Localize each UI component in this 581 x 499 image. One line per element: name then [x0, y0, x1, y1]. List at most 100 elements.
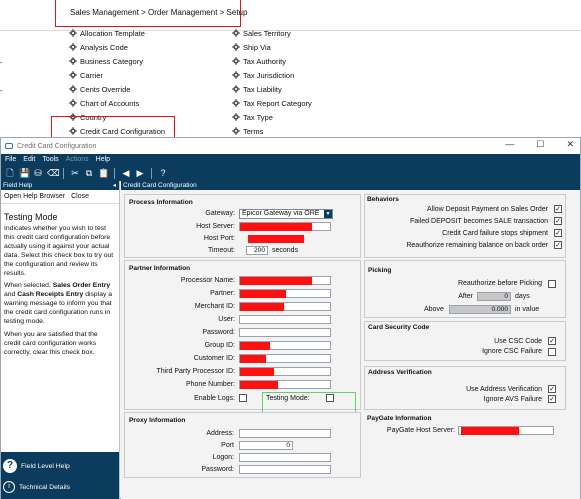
behavior-label: Reauthorize remaining balance on back or… [406, 242, 548, 249]
new-icon[interactable]: 🗋 [5, 168, 15, 178]
menu-help[interactable]: Help [96, 156, 110, 163]
close-icon[interactable]: ✕ [566, 139, 574, 150]
help-body: Indicates whether you wish to test this … [1, 225, 119, 358]
use-csc-checkbox[interactable]: ✓ [548, 337, 556, 345]
merchant-id-input[interactable] [239, 302, 331, 311]
above-value-input[interactable]: 0.000 [449, 305, 511, 314]
behavior-checkbox[interactable]: ✓ [554, 241, 562, 249]
phone-number-input[interactable] [239, 380, 331, 389]
toolbar-separator [151, 167, 152, 179]
toolbar-separator [63, 167, 64, 179]
host-port-label: Host Port: [203, 235, 235, 242]
window-titlebar[interactable]: Credit Card Configuration — ☐ ✕ [1, 138, 580, 154]
third-party-processor-id-input[interactable] [239, 367, 331, 376]
question-circle-icon: ? [3, 459, 17, 473]
user-input[interactable] [239, 315, 331, 324]
clear-icon[interactable]: ⌫ [47, 168, 60, 178]
ignore-csc-checkbox[interactable] [548, 348, 556, 356]
info-icon: i [3, 481, 15, 493]
behavior-checkbox[interactable]: ✓ [554, 205, 562, 213]
chevron-down-icon[interactable]: ▼ [324, 210, 332, 218]
setup-item[interactable]: Business Category [69, 55, 143, 67]
gear-icon [69, 99, 77, 107]
behavior-checkbox[interactable]: ✓ [554, 229, 562, 237]
gateway-select[interactable]: Epicor Gateway via ORE ▼ [239, 209, 333, 219]
setup-item[interactable]: Carrier [69, 69, 103, 81]
setup-item[interactable]: Tax Liability [232, 83, 282, 95]
partner-input[interactable] [239, 289, 331, 298]
section-title: Proxy Information [129, 417, 186, 424]
host-server-input[interactable] [239, 222, 331, 231]
phone-number-label: Phone Number: [185, 381, 235, 388]
address-input[interactable] [239, 429, 331, 438]
setup-item[interactable]: Ship Via [232, 41, 271, 53]
group-id-input[interactable] [239, 341, 331, 350]
setup-item[interactable]: Terms [232, 125, 263, 137]
cut-icon[interactable]: ✂ [70, 168, 80, 178]
proxy-password-input[interactable] [239, 465, 331, 474]
paygate-host-server-label: PayGate Host Server: [386, 427, 455, 434]
close-help-link[interactable]: Close [71, 193, 89, 200]
use-address-verification-label: Use Address Verification [466, 386, 542, 393]
technical-details-button[interactable]: i Technical Details [3, 481, 70, 493]
app-icon [5, 143, 13, 149]
menu-edit[interactable]: Edit [23, 156, 35, 163]
password-input[interactable] [239, 328, 331, 337]
setup-item[interactable]: Tax Jurisdiction [232, 69, 294, 81]
gear-icon [232, 113, 240, 121]
paygate-host-server-input[interactable] [458, 426, 554, 435]
setup-item[interactable]: Tax Type [232, 111, 273, 123]
enable-logs-checkbox[interactable] [239, 394, 247, 402]
help-icon[interactable]: ? [158, 168, 168, 178]
partner-label: Partner: [210, 290, 235, 297]
config-content: Credit Card Configuration Process Inform… [121, 181, 580, 499]
gear-icon [69, 57, 77, 65]
copy-icon[interactable]: ⧉ [84, 168, 94, 178]
setup-item-label: Analysis Code [80, 42, 128, 52]
setup-item[interactable]: Chart of Accounts [69, 97, 139, 109]
proxy-information-section: Proxy Information Address: Port 0 Logon:… [124, 412, 361, 478]
use-address-verification-checkbox[interactable]: ✓ [548, 385, 556, 393]
after-days-input[interactable]: 0 [477, 292, 511, 301]
paste-icon[interactable]: 📋 [98, 168, 109, 178]
setup-item-label: Tax Report Category [243, 98, 312, 108]
behavior-label: Allow Deposit Payment on Sales Order [427, 206, 548, 213]
setup-item-label: Tax Type [243, 112, 273, 122]
setup-item[interactable]: Tax Report Category [232, 97, 312, 109]
password-label: Password: [202, 329, 235, 336]
ignore-avs-checkbox[interactable]: ✓ [548, 395, 556, 403]
setup-item[interactable]: Tax Authority [232, 55, 286, 67]
setup-item[interactable]: Analysis Code [69, 41, 128, 53]
menu-tools[interactable]: Tools [42, 156, 58, 163]
save-close-icon[interactable]: ⛁ [33, 168, 43, 178]
collapse-icon[interactable]: ◂ [113, 181, 116, 190]
reauthorize-before-picking-checkbox[interactable] [548, 280, 556, 288]
timeout-input[interactable]: 200 [246, 246, 268, 255]
setup-item[interactable]: Sales Territory [232, 27, 291, 39]
customer-id-input[interactable] [239, 354, 331, 363]
behavior-checkbox[interactable]: ✓ [554, 217, 562, 225]
menu-actions[interactable]: Actions [66, 156, 89, 163]
menu-file[interactable]: File [5, 156, 16, 163]
setup-item[interactable]: Allocation Template [69, 27, 145, 39]
forward-icon[interactable]: ▶ [135, 168, 145, 178]
gear-icon [69, 85, 77, 93]
reauthorize-before-picking-label: Reauthorize before Picking [457, 280, 542, 287]
save-icon[interactable]: 💾 [19, 168, 30, 178]
maximize-icon[interactable]: ☐ [536, 139, 544, 150]
logon-input[interactable] [239, 453, 331, 462]
setup-item-label: Terms [243, 126, 264, 136]
above-unit: in value [515, 306, 540, 313]
credit-card-configuration-window: Credit Card Configuration — ☐ ✕ File Edi… [0, 137, 581, 499]
open-help-browser-link[interactable]: Open Help Browser [4, 193, 65, 200]
setup-item[interactable]: Cents Override [69, 83, 130, 95]
minimize-icon[interactable]: — [505, 139, 514, 150]
gear-icon [232, 29, 240, 37]
field-level-help-button[interactable]: ? Field Level Help [3, 459, 70, 473]
field-help-panel: Field Help ◂ Open Help Browser Close Tes… [1, 181, 120, 499]
port-input[interactable]: 0 [239, 441, 293, 450]
setup-item-label: Cents Override [80, 84, 131, 94]
processor-name-input[interactable] [239, 276, 331, 285]
back-icon[interactable]: ◀ [121, 168, 131, 178]
host-port-input[interactable] [239, 234, 331, 243]
